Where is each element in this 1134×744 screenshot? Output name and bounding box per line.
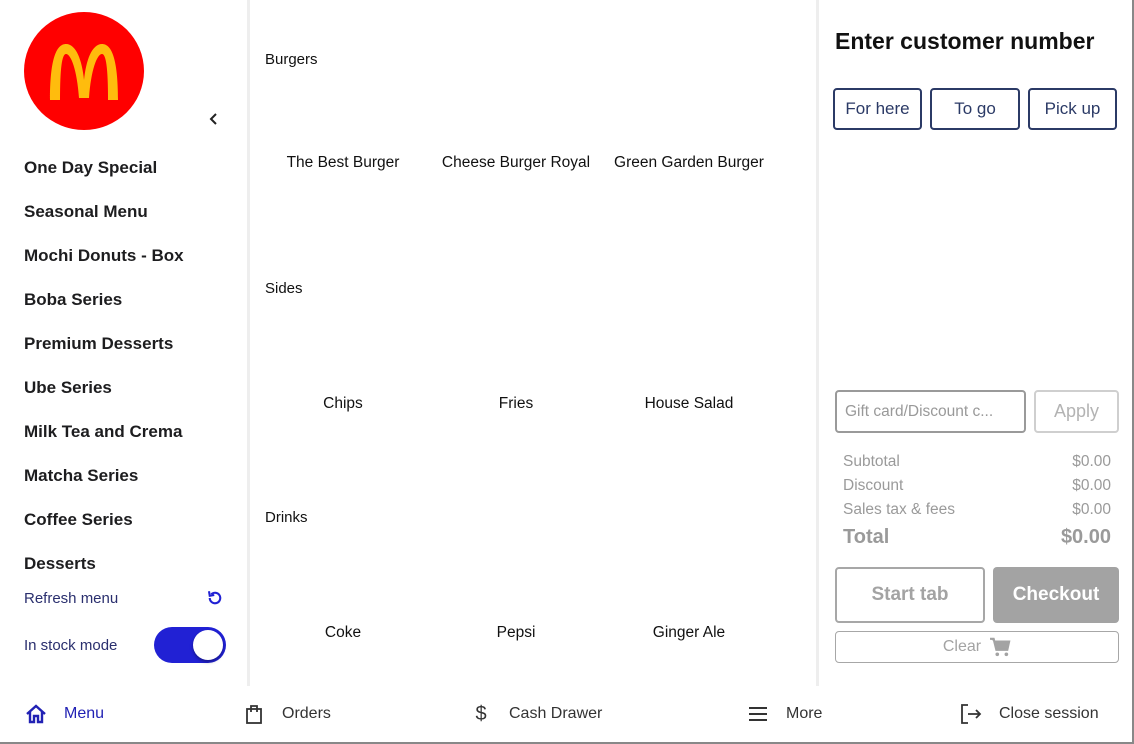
refresh-icon [207,591,222,605]
category-item[interactable]: Mochi Donuts - Box [0,234,247,278]
nav-orders[interactable]: Orders [242,686,331,742]
order-totals: Subtotal $0.00 Discount $0.00 Sales tax & … [843,450,1111,552]
chevron-left-icon [209,113,217,125]
shopping-bag-icon [242,702,266,726]
total-row: Total $0.00 [843,522,1111,552]
product-tile[interactable]: Green Garden Burger [614,151,764,175]
for-here-button[interactable]: For here [833,88,922,130]
collapse-sidebar-button[interactable] [204,108,222,130]
logout-icon [959,702,983,726]
product-tile[interactable]: The Best Burger [268,151,418,175]
bottom-nav: Menu Orders $ Cash Drawer More Close ses… [0,686,1132,742]
section-title-sides: Sides [265,280,303,297]
category-item[interactable]: Seasonal Menu [0,190,247,234]
category-item[interactable]: Premium Desserts [0,322,247,366]
nav-orders-label: Orders [282,705,331,722]
category-item[interactable]: Ube Series [0,366,247,410]
nav-more-label: More [786,705,823,722]
clear-cart-button[interactable]: Clear [835,631,1119,663]
pos-app: One Day Special Seasonal Menu Mochi Donu… [0,0,1134,744]
product-tile[interactable]: Cheese Burger Royal [441,151,591,175]
section-title-drinks: Drinks [265,509,308,526]
in-stock-mode-row: In stock mode [24,626,226,664]
category-item[interactable]: Coffee Series [0,498,247,542]
subtotal-row: Subtotal $0.00 [843,450,1111,474]
discount-label: Discount [843,477,904,494]
category-item[interactable]: Matcha Series [0,454,247,498]
nav-menu-label: Menu [64,705,105,722]
category-item[interactable]: One Day Special [0,146,247,190]
tax-value: $0.00 [1072,501,1111,518]
refresh-menu-button[interactable]: Refresh menu [24,586,224,610]
customer-number-title[interactable]: Enter customer number [835,28,1094,55]
subtotal-label: Subtotal [843,453,900,470]
product-tile[interactable]: Coke [268,621,418,645]
discount-row: Discount $0.00 [843,474,1111,498]
product-tile[interactable]: Fries [441,392,591,416]
product-tile[interactable]: House Salad [614,392,764,416]
total-value: $0.00 [1060,525,1111,548]
clear-label: Clear [942,638,982,655]
order-panel: Enter customer number For here To go Pic… [816,0,1132,686]
refresh-menu-label: Refresh menu [24,589,119,607]
tax-label: Sales tax & fees [843,501,956,518]
start-tab-button[interactable]: Start tab [835,567,985,623]
menu-icon [746,702,770,726]
product-tile[interactable]: Ginger Ale [614,621,764,645]
nav-cash-drawer-label: Cash Drawer [509,705,603,722]
in-stock-mode-toggle[interactable] [154,627,226,663]
nav-cash-drawer[interactable]: $ Cash Drawer [469,686,602,742]
checkout-button[interactable]: Checkout [993,567,1119,623]
gift-card-input[interactable] [835,390,1026,433]
toggle-knob [193,630,223,660]
nav-more[interactable]: More [746,686,822,742]
discount-value: $0.00 [1072,477,1111,494]
total-label: Total [843,525,890,548]
in-stock-mode-label: In stock mode [24,636,118,654]
to-go-button[interactable]: To go [930,88,1020,130]
dollar-icon: $ [475,702,487,725]
home-icon [24,702,48,726]
category-item[interactable]: Milk Tea and Crema [0,410,247,454]
cart-icon [990,637,1011,657]
sidebar: One Day Special Seasonal Menu Mochi Donu… [0,0,250,686]
category-list[interactable]: One Day Special Seasonal Menu Mochi Donu… [0,146,247,570]
product-tile[interactable]: Pepsi [441,621,591,645]
brand-logo [24,12,144,130]
pick-up-button[interactable]: Pick up [1028,88,1117,130]
nav-close-session[interactable]: Close session [959,686,1099,742]
apply-button[interactable]: Apply [1034,390,1119,433]
category-item[interactable]: Desserts [0,542,247,570]
section-title-burgers: Burgers [265,51,318,68]
menu-grid: Burgers The Best Burger Cheese Burger Ro… [253,0,816,686]
subtotal-value: $0.00 [1072,453,1111,470]
tax-row: Sales tax & fees $0.00 [843,498,1111,522]
nav-close-session-label: Close session [999,705,1099,722]
nav-menu[interactable]: Menu [24,686,104,742]
category-item[interactable]: Boba Series [0,278,247,322]
mcdonalds-arches-icon [50,44,118,100]
product-tile[interactable]: Chips [268,392,418,416]
